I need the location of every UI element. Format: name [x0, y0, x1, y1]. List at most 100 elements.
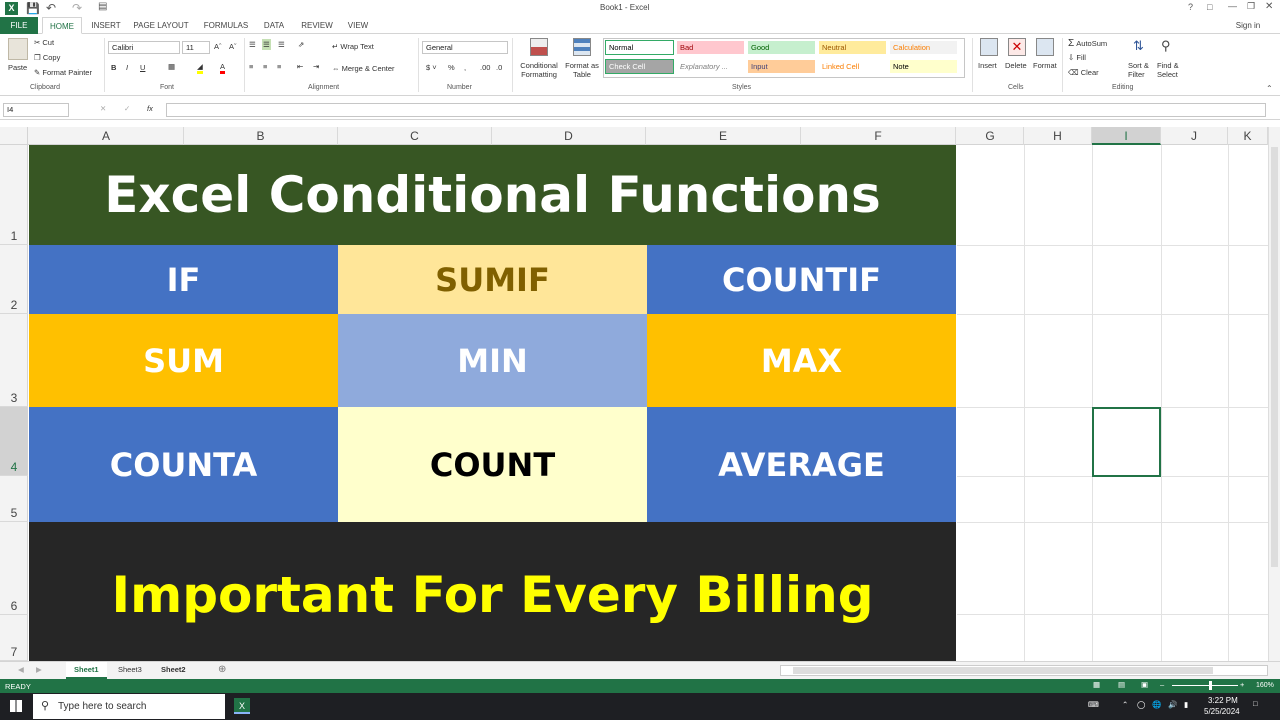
taskbar-search[interactable]: ⚲ Type here to search	[33, 694, 225, 719]
cell-style-check-cell[interactable]: Check Cell	[605, 59, 674, 74]
ribbon-display-icon[interactable]: □	[1207, 2, 1212, 12]
sort-filter-icon[interactable]: ⇅	[1133, 38, 1144, 54]
column-header-k[interactable]: K	[1228, 127, 1268, 145]
save-icon[interactable]: 💾	[26, 2, 40, 15]
sheet-tab[interactable]: Sheet3	[118, 665, 142, 674]
cell-style-input[interactable]: Input	[747, 59, 816, 74]
delete-cells-button[interactable]: Delete	[1005, 61, 1027, 70]
row-header-5[interactable]: 5	[0, 476, 28, 522]
column-header-j[interactable]: J	[1161, 127, 1228, 145]
copy-button[interactable]: ❐ Copy	[34, 53, 60, 62]
tray-app-icon[interactable]: ◯	[1137, 700, 1145, 709]
column-header-g[interactable]: G	[957, 127, 1024, 145]
column-header-b[interactable]: B	[184, 127, 338, 145]
row-header-1[interactable]: 1	[0, 145, 28, 245]
clock-date[interactable]: 5/25/2024	[1204, 707, 1240, 716]
function-cell-sum[interactable]: SUM	[29, 314, 338, 407]
battery-icon[interactable]: ▮	[1184, 700, 1188, 709]
column-header-d[interactable]: D	[492, 127, 646, 145]
tab-home[interactable]: HOME	[42, 17, 82, 34]
function-cell-counta[interactable]: COUNTA	[29, 407, 338, 522]
insert-function-icon[interactable]: fx	[147, 104, 153, 113]
column-header-c[interactable]: C	[338, 127, 492, 145]
align-right-icon[interactable]: ≡	[277, 62, 281, 71]
cell-style-neutral[interactable]: Neutral	[818, 40, 887, 55]
shrink-font-icon[interactable]: Aˇ	[229, 42, 237, 51]
insert-cells-button[interactable]: Insert	[978, 61, 997, 70]
tab-formulas[interactable]: FORMULAS	[198, 17, 254, 34]
tray-expand-icon[interactable]: ⌃	[1122, 700, 1128, 709]
tab-review[interactable]: REVIEW	[296, 17, 338, 34]
find-select-icon[interactable]: ⚲	[1161, 38, 1171, 54]
align-center-icon[interactable]: ≡	[263, 62, 267, 71]
insert-cells-icon[interactable]	[980, 38, 998, 56]
percent-icon[interactable]: %	[448, 63, 455, 72]
keyboard-icon[interactable]: ⌨	[1088, 700, 1099, 709]
decrease-indent-icon[interactable]: ⇤	[297, 62, 303, 71]
orientation-icon[interactable]: ⇗	[298, 40, 304, 49]
row-header-7[interactable]: 7	[0, 615, 28, 661]
formula-input[interactable]	[166, 103, 1266, 117]
cell-style-good[interactable]: Good	[747, 40, 816, 55]
italic-button[interactable]: I	[126, 63, 128, 72]
number-format-select[interactable]: General	[422, 41, 508, 54]
excel-taskbar-icon[interactable]: X	[234, 698, 250, 714]
cancel-icon[interactable]: ✕	[100, 104, 106, 113]
clear-button[interactable]: ⌫ Clear	[1068, 68, 1099, 77]
comma-icon[interactable]: ,	[464, 63, 466, 72]
normal-view-icon[interactable]: ▦	[1093, 680, 1100, 689]
tab-file[interactable]: FILE	[0, 17, 38, 34]
collapse-ribbon-icon[interactable]: ⌃	[1266, 84, 1273, 93]
restore-icon[interactable]: ❐	[1247, 1, 1255, 12]
minimize-icon[interactable]: —	[1228, 1, 1237, 11]
row-header-6[interactable]: 6	[0, 522, 28, 615]
add-sheet-icon[interactable]: ⊕	[218, 664, 226, 675]
font-name-select[interactable]: Calibri	[108, 41, 180, 54]
horizontal-scroll-thumb[interactable]	[793, 667, 1213, 674]
format-painter-button[interactable]: ✎ Format Painter	[34, 68, 92, 77]
autosum-button[interactable]: Σ AutoSum	[1068, 38, 1107, 49]
tab-page-layout[interactable]: PAGE LAYOUT	[130, 17, 192, 34]
cell-style-bad[interactable]: Bad	[676, 40, 745, 55]
underline-button[interactable]: U	[140, 63, 145, 72]
paste-button[interactable]: Paste	[8, 63, 27, 72]
delete-cells-icon[interactable]: ✕	[1008, 38, 1026, 56]
undo-icon[interactable]: ↶	[46, 1, 56, 15]
conditional-formatting-icon[interactable]	[530, 38, 548, 56]
align-left-icon[interactable]: ≡	[249, 62, 253, 71]
sort-filter-button[interactable]: Sort & Filter	[1128, 61, 1149, 79]
function-cell-average[interactable]: AVERAGE	[647, 407, 956, 522]
align-bottom-icon[interactable]: ☰	[278, 40, 285, 49]
signin-link[interactable]: Sign in	[1230, 17, 1266, 34]
page-layout-view-icon[interactable]: ▤	[1118, 680, 1125, 689]
name-box[interactable]: I4	[3, 103, 69, 117]
tab-data[interactable]: DATA	[258, 17, 290, 34]
merge-center-button[interactable]: ⇔ Merge & Center	[332, 64, 395, 73]
wrap-text-button[interactable]: ↵ Wrap Text	[332, 42, 374, 51]
bold-button[interactable]: B	[111, 63, 116, 72]
scroll-right-icon[interactable]: ▶	[36, 665, 42, 674]
column-header-f[interactable]: F	[801, 127, 956, 145]
help-icon[interactable]: ?	[1188, 2, 1193, 12]
cell-style-explanatory[interactable]: Explanatory ...	[676, 59, 745, 74]
horizontal-scrollbar[interactable]	[780, 665, 1268, 676]
column-header-h[interactable]: H	[1024, 127, 1092, 145]
cut-button[interactable]: ✂ Cut	[34, 38, 54, 47]
align-top-icon[interactable]: ☰	[249, 40, 256, 49]
function-cell-max[interactable]: MAX	[647, 314, 956, 407]
enter-icon[interactable]: ✓	[124, 104, 130, 113]
cell-style-calculation[interactable]: Calculation	[889, 40, 958, 55]
tab-view[interactable]: VIEW	[342, 17, 374, 34]
column-header-i[interactable]: I	[1092, 127, 1161, 145]
decrease-decimal-icon[interactable]: .0	[496, 63, 502, 72]
format-cells-icon[interactable]	[1036, 38, 1054, 56]
notification-icon[interactable]: □	[1253, 699, 1258, 708]
font-color-icon[interactable]: A	[220, 62, 226, 74]
zoom-out-icon[interactable]: –	[1160, 680, 1164, 689]
function-cell-min[interactable]: MIN	[338, 314, 647, 407]
fill-button[interactable]: ⇩ Fill	[1068, 53, 1086, 62]
format-cells-button[interactable]: Format	[1033, 61, 1057, 70]
increase-indent-icon[interactable]: ⇥	[313, 62, 319, 71]
font-size-select[interactable]: 11	[182, 41, 210, 54]
align-middle-icon[interactable]: ☰	[262, 39, 271, 50]
